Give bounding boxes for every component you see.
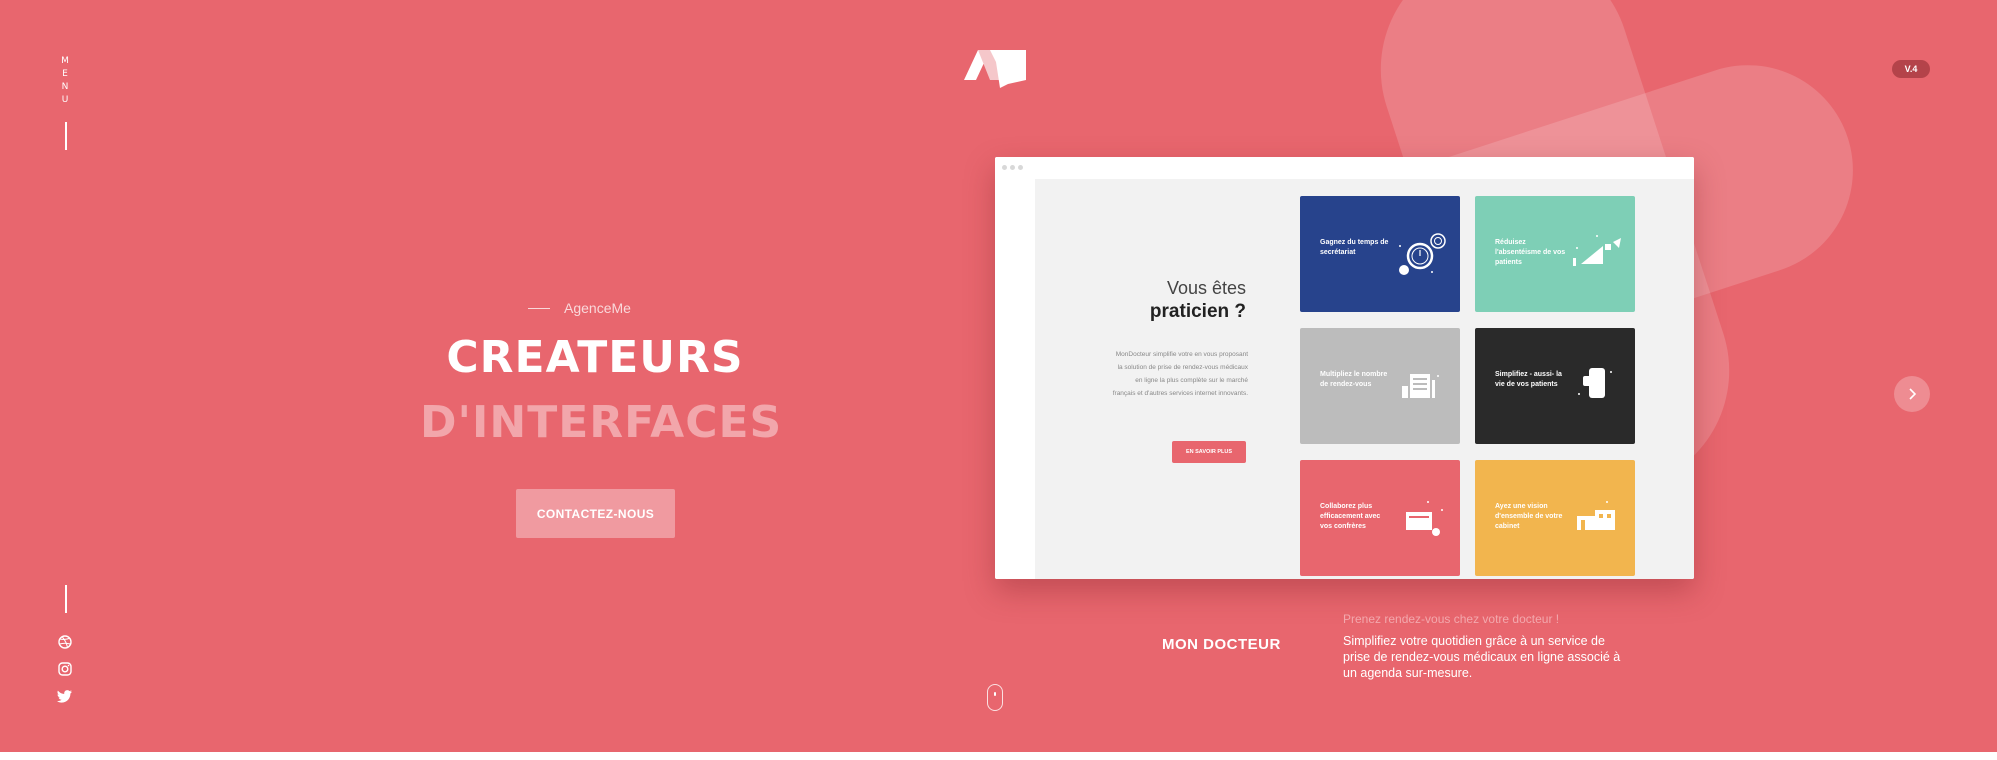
browser-topbar [995,157,1694,179]
feature-tile: Multipliez le nombre de rendez-vous [1300,328,1460,444]
agency-name: AgenceMe [564,300,631,316]
chevron-right-icon [1909,388,1917,400]
browser-dot [1002,165,1007,170]
menu-label: MENU [58,55,72,107]
next-slide-button[interactable] [1894,376,1930,412]
instagram-icon[interactable] [57,661,73,677]
feature-tile: Ayez une vision d'ensemble de votre cabi… [1475,460,1635,576]
agenda-icon [1402,374,1439,398]
feature-tile: Réduisez l'absentéisme de vos patients [1475,196,1635,312]
mouse-wheel-icon [994,692,996,696]
hero-title-line1: CREATEURS [446,332,744,383]
dribbble-icon[interactable] [57,634,73,650]
project-title[interactable]: MON DOCTEUR [1162,636,1281,653]
browser-sidebar [995,179,1035,579]
tile-label: Ayez une vision d'ensemble de votre cabi… [1495,503,1563,530]
menu-letter: U [61,95,69,105]
menu-divider [65,122,67,150]
tile-label: Réduisez l'absentéisme de vos patients [1495,239,1566,266]
hero-title-line2: D'INTERFACES [420,397,783,448]
project-subtitle: Prenez rendez-vous chez votre docteur ! [1343,612,1560,626]
mock-paragraph: MonDocteur simplifie votre en vous propo… [1112,351,1248,397]
browser-dot [1018,165,1023,170]
menu-letter: E [62,69,68,79]
feature-tile: Collaborez plus efficacement avec vos co… [1300,460,1460,576]
document-icon [1406,501,1443,536]
feature-tile: Simplifiez - aussi- la vie de vos patien… [1475,328,1635,444]
clock-icon [1399,233,1446,275]
tile-label: Simplifiez - aussi- la vie de vos patien… [1495,371,1562,388]
scroll-indicator[interactable] [987,684,1003,711]
contact-button[interactable]: CONTACTEZ-NOUS [516,489,675,538]
project-description: Simplifiez votre quotidien grâce à un se… [1343,634,1621,680]
learn-more-button[interactable]: EN SAVOIR PLUS [1172,441,1246,463]
agency-eyebrow: AgenceMe [528,300,631,316]
social-divider [65,585,67,613]
browser-dot [1010,165,1015,170]
menu-button[interactable]: MENU [58,55,72,107]
twitter-icon[interactable] [57,688,73,704]
page-bottom-edge [0,752,1997,760]
agenceme-logo-icon[interactable] [964,50,1026,88]
smartphone-icon [1578,368,1612,398]
tile-label: Gagnez du temps de secrétariat [1320,239,1389,256]
version-label: V.4 [1904,64,1918,74]
version-badge[interactable]: V.4 [1892,60,1930,78]
tile-label: Collaborez plus efficacement avec vos co… [1320,503,1381,530]
hero-section: MENU V.4 AgenceMe CREATEURS D'INTERFACES… [0,0,1997,752]
feature-tile: Gagnez du temps de secrétariat [1300,196,1460,312]
mock-heading-bold: praticien ? [1149,301,1246,322]
tile-label: Multipliez le nombre de rendez-vous [1320,371,1388,388]
menu-letter: M [61,56,69,66]
eyebrow-dash [528,307,550,309]
chart-triangle-icon [1573,235,1621,266]
mock-heading-light: Vous êtes [1166,278,1246,298]
menu-letter: N [61,82,69,92]
building-icon [1577,501,1615,530]
